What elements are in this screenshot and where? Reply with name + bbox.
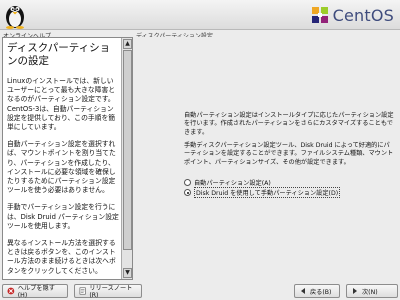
hide-help-label: ヘルプを隠す(H) <box>17 285 55 299</box>
help-paragraph: 自動パーティション設定を選択すれば、マウントポイントを割り当てたり、パーティショ… <box>7 140 116 195</box>
back-arrow-icon <box>301 288 305 294</box>
release-notes-icon <box>79 287 86 295</box>
back-label: 戻る(B) <box>310 288 332 296</box>
partition-main-panel: 自動パーティション設定はインストールタイプに応じたパーティション設定を行います。… <box>136 37 398 280</box>
next-arrow-icon <box>353 288 357 294</box>
logo-text: CentOS <box>332 5 394 25</box>
scroll-down-arrow-icon[interactable]: ▼ <box>123 268 132 278</box>
centos-logo: CentOS <box>311 5 394 25</box>
radio-disk-druid[interactable]: Disk Druid を使用して手動パーティション設定(D) <box>184 187 341 198</box>
radio-label[interactable]: 自動パーティション設定(A) <box>194 178 271 187</box>
release-notes-label: リリースノート(R) <box>89 285 133 299</box>
help-paragraph: Linuxのインストールでは、新しいユーザーにとって最も大きな障害となるのがパー… <box>7 77 116 132</box>
hide-help-icon <box>7 287 15 295</box>
hide-help-button[interactable]: ヘルプを隠す(H) <box>2 284 68 299</box>
radio-label[interactable]: Disk Druid を使用して手動パーティション設定(D) <box>194 187 341 198</box>
help-paragraph: 異なるインストール方法を選択するときは戻るボタンを、このインストール方法のまま続… <box>7 239 116 275</box>
radio-button-checked-icon[interactable] <box>184 189 191 196</box>
scroll-up-arrow-icon[interactable]: ▲ <box>123 39 132 49</box>
next-button[interactable]: 次(N) <box>346 284 398 298</box>
auto-partition-description: 自動パーティション設定はインストールタイプに応じたパーティション設定を行います。… <box>184 112 394 136</box>
radio-auto-partition[interactable]: 自動パーティション設定(A) <box>184 178 271 187</box>
header-banner: CentOS <box>0 0 400 30</box>
online-help-panel: ディスクパーティションの設定 Linuxのインストールでは、新しいユーザーにとっ… <box>2 37 133 280</box>
tux-penguin-icon <box>6 6 24 29</box>
release-notes-button[interactable]: リリースノート(R) <box>74 284 142 299</box>
radio-button-icon[interactable] <box>184 179 191 186</box>
help-paragraph: 手動でパーティション設定を行うには、Disk Druid パーティション設定ツー… <box>7 203 119 230</box>
manual-partition-description: 手動ディスクパーティション設定ツール、Disk Druid によって好適的にパー… <box>184 142 394 166</box>
centos-logo-icon <box>311 7 328 23</box>
next-label: 次(N) <box>362 288 378 296</box>
help-content: ディスクパーティションの設定 Linuxのインストールでは、新しいユーザーにとっ… <box>7 42 119 279</box>
back-button[interactable]: 戻る(B) <box>294 284 340 298</box>
help-scrollbar[interactable]: ▲ ▼ <box>121 38 132 279</box>
help-title: ディスクパーティションの設定 <box>7 42 111 67</box>
scrollbar-thumb[interactable] <box>123 50 132 250</box>
